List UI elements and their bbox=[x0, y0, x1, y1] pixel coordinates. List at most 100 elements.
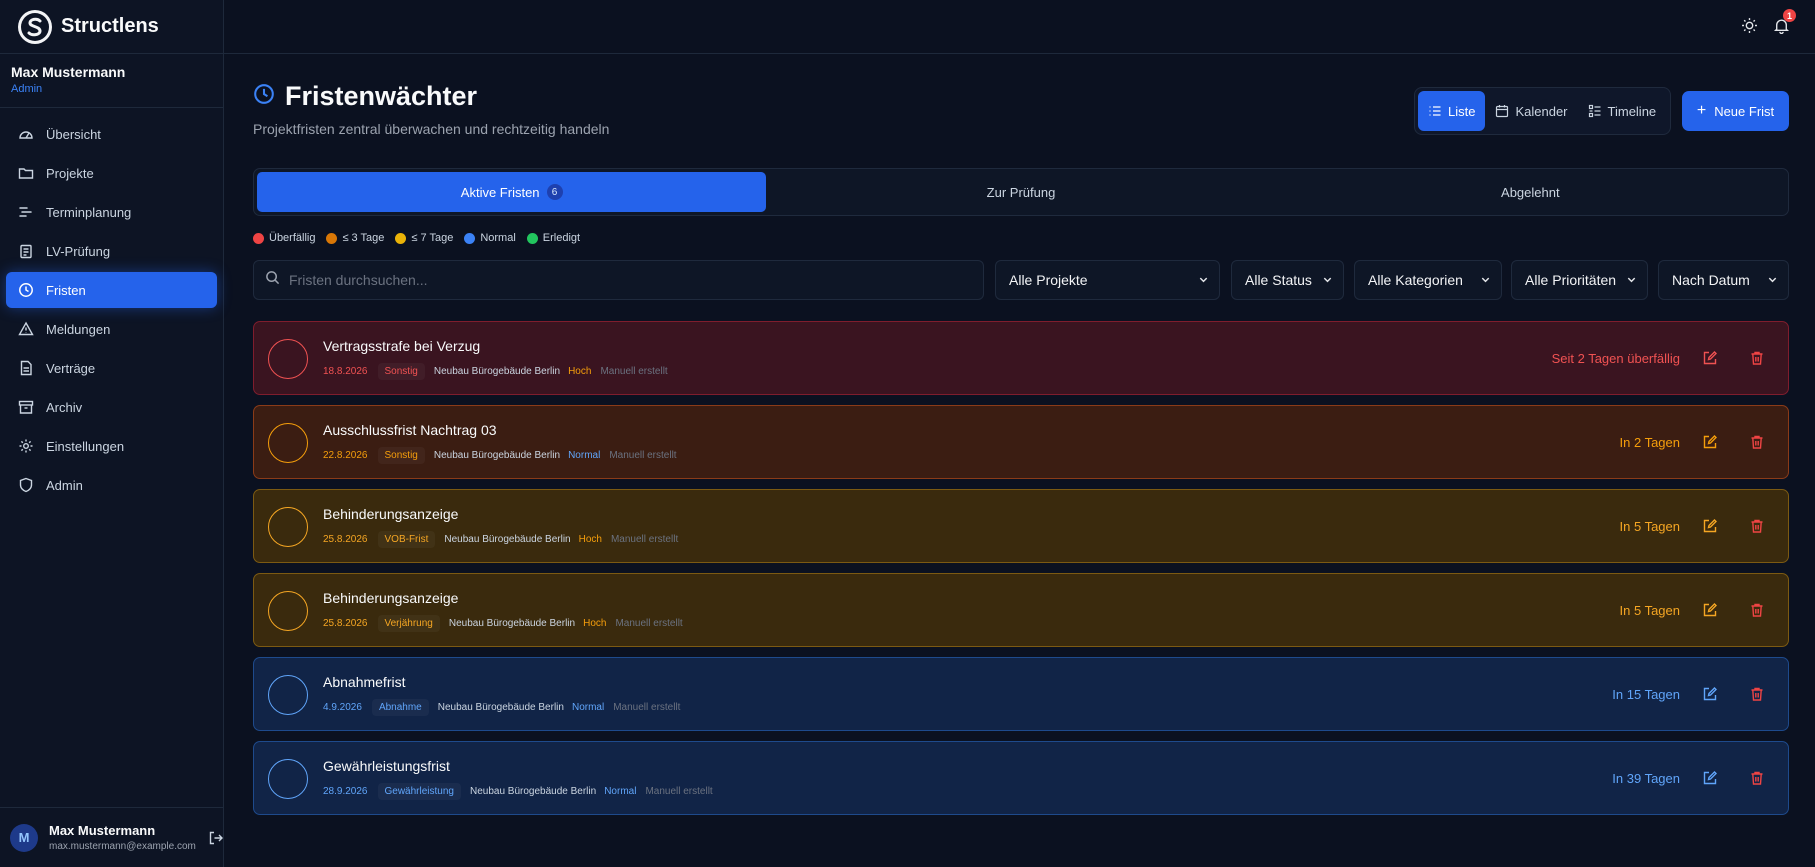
theme-toggle-sun-icon[interactable] bbox=[1739, 15, 1759, 35]
view-switcher: Liste Kalender Timeline bbox=[1414, 87, 1671, 135]
deadline-row[interactable]: Ausschlussfrist Nachtrag 03 22.8.2026 So… bbox=[253, 405, 1789, 479]
deadline-status: In 39 Tagen bbox=[1612, 771, 1680, 786]
deadline-meta: 22.8.2026 Sonstig Neubau Bürogebäude Ber… bbox=[323, 447, 677, 464]
search-input[interactable] bbox=[289, 272, 939, 288]
sidebar-item-lv-pruefung[interactable]: LV-Prüfung bbox=[6, 233, 217, 269]
new-deadline-label: Neue Frist bbox=[1714, 103, 1775, 119]
folder-icon bbox=[18, 165, 34, 181]
deadline-meta: 25.8.2026 Verjährung Neubau Bürogebäude … bbox=[323, 615, 683, 632]
new-deadline-button[interactable]: + Neue Frist bbox=[1682, 91, 1789, 131]
project-name: Neubau Bürogebäude Berlin bbox=[469, 786, 597, 797]
sidebar-item-label: Archiv bbox=[46, 399, 83, 415]
deadline-title: Vertragsstrafe bei Verzug bbox=[323, 338, 481, 354]
deadline-date: 25.8.2026 bbox=[323, 618, 368, 629]
deadline-row[interactable]: Behinderungsanzeige 25.8.2026 VOB-Frist … bbox=[253, 489, 1789, 563]
search-box bbox=[253, 260, 984, 300]
deadline-row[interactable]: Vertragsstrafe bei Verzug 18.8.2026 Sons… bbox=[253, 321, 1789, 395]
legend-item-7-days: ≤ 7 Tage bbox=[395, 232, 453, 244]
page-header: Fristenwächter bbox=[253, 81, 477, 112]
deadline-date: 25.8.2026 bbox=[323, 534, 368, 545]
project-name: Neubau Bürogebäude Berlin bbox=[437, 702, 564, 713]
delete-icon[interactable] bbox=[1749, 770, 1765, 786]
notifications-bell-icon[interactable]: 1 bbox=[1771, 9, 1796, 35]
legend-dot bbox=[326, 232, 338, 244]
sidebar-item-archiv[interactable]: Archiv bbox=[6, 389, 217, 425]
complete-toggle[interactable] bbox=[268, 759, 308, 799]
sort-select[interactable]: Nach Datum bbox=[1658, 260, 1789, 300]
deadline-row[interactable]: Gewährleistungsfrist 28.9.2026 Gewährlei… bbox=[253, 741, 1789, 815]
priority-label: Normal bbox=[604, 786, 637, 797]
deadline-title: Behinderungsanzeige bbox=[323, 590, 459, 606]
page-title: Fristenwächter bbox=[285, 81, 478, 111]
delete-icon[interactable] bbox=[1749, 602, 1765, 618]
gantt-icon bbox=[18, 204, 34, 220]
legend-label: ≤ 7 Tage bbox=[411, 232, 454, 244]
legend-item-overdue: Überfällig bbox=[253, 232, 315, 244]
view-timeline-label: Timeline bbox=[1607, 103, 1657, 119]
categories-filter-select[interactable]: Alle Kategorien bbox=[1354, 260, 1502, 300]
deadline-meta: 28.9.2026 Gewährleistung Neubau Bürogebä… bbox=[323, 783, 713, 800]
tab-count-badge: 6 bbox=[546, 184, 563, 200]
category-badge: Verjährung bbox=[377, 615, 440, 632]
deadline-date: 22.8.2026 bbox=[323, 450, 368, 461]
plus-icon: + bbox=[1696, 102, 1707, 119]
tab-abgelehnt[interactable]: Abgelehnt bbox=[1276, 172, 1785, 212]
avatar[interactable]: M bbox=[10, 823, 38, 852]
deadline-meta: 4.9.2026 Abnahme Neubau Bürogebäude Berl… bbox=[323, 699, 680, 716]
chevron-down-icon bbox=[1322, 272, 1333, 288]
complete-toggle[interactable] bbox=[268, 423, 308, 463]
sidebar-item-admin[interactable]: Admin bbox=[6, 467, 217, 503]
delete-icon[interactable] bbox=[1749, 434, 1765, 450]
user-role: Admin bbox=[11, 83, 43, 95]
deadline-title: Gewährleistungsfrist bbox=[323, 758, 450, 774]
projects-filter-select[interactable]: Alle Projekte bbox=[995, 260, 1220, 300]
notification-badge: 1 bbox=[1783, 9, 1796, 22]
deadline-title: Abnahmefrist bbox=[323, 674, 406, 690]
footer-user: Max Mustermann max.mustermann@example.co… bbox=[49, 823, 196, 852]
tab-aktive-fristen[interactable]: Aktive Fristen 6 bbox=[257, 172, 767, 212]
edit-icon[interactable] bbox=[1702, 434, 1718, 450]
complete-toggle[interactable] bbox=[268, 339, 308, 379]
view-timeline-button[interactable]: Timeline bbox=[1578, 91, 1667, 131]
source-label: Manuell erstellt bbox=[615, 618, 683, 629]
deadline-row[interactable]: Abnahmefrist 4.9.2026 Abnahme Neubau Bür… bbox=[253, 657, 1789, 731]
logout-icon[interactable] bbox=[208, 830, 224, 846]
legend-dot bbox=[395, 232, 407, 244]
view-calendar-label: Kalender bbox=[1515, 103, 1568, 119]
deadline-row[interactable]: Behinderungsanzeige 25.8.2026 Verjährung… bbox=[253, 573, 1789, 647]
edit-icon[interactable] bbox=[1702, 350, 1718, 366]
brand[interactable]: Structlens bbox=[0, 0, 223, 54]
sidebar-item-vertraege[interactable]: Verträge bbox=[6, 350, 217, 386]
edit-icon[interactable] bbox=[1702, 770, 1718, 786]
sidebar-item-meldungen[interactable]: Meldungen bbox=[6, 311, 217, 347]
sidebar-item-fristen[interactable]: Fristen bbox=[6, 272, 217, 308]
source-label: Manuell erstellt bbox=[600, 366, 668, 377]
delete-icon[interactable] bbox=[1749, 686, 1765, 702]
sidebar-item-label: Fristen bbox=[46, 282, 86, 298]
complete-toggle[interactable] bbox=[268, 507, 308, 547]
view-list-button[interactable]: Liste bbox=[1418, 91, 1486, 131]
legend-label: Normal bbox=[480, 232, 516, 244]
sidebar-item-terminplanung[interactable]: Terminplanung bbox=[6, 194, 217, 230]
page-subtitle: Projektfristen zentral überwachen und re… bbox=[253, 121, 610, 137]
calendar-icon bbox=[1495, 104, 1509, 118]
view-calendar-button[interactable]: Kalender bbox=[1485, 91, 1577, 131]
deadline-title: Ausschlussfrist Nachtrag 03 bbox=[323, 422, 497, 438]
delete-icon[interactable] bbox=[1749, 350, 1765, 366]
delete-icon[interactable] bbox=[1749, 518, 1765, 534]
complete-toggle[interactable] bbox=[268, 591, 308, 631]
complete-toggle[interactable] bbox=[268, 675, 308, 715]
edit-icon[interactable] bbox=[1702, 602, 1718, 618]
sidebar-item-einstellungen[interactable]: Einstellungen bbox=[6, 428, 217, 464]
sidebar-item-uebersicht[interactable]: Übersicht bbox=[6, 116, 217, 152]
tab-zur-pruefung[interactable]: Zur Prüfung bbox=[766, 172, 1275, 212]
priorities-filter-select[interactable]: Alle Prioritäten bbox=[1511, 260, 1648, 300]
sidebar-item-label: Admin bbox=[46, 477, 83, 493]
status-filter-select[interactable]: Alle Status bbox=[1231, 260, 1344, 300]
project-name: Neubau Bürogebäude Berlin bbox=[433, 450, 561, 461]
edit-icon[interactable] bbox=[1702, 686, 1718, 702]
sidebar-item-projekte[interactable]: Projekte bbox=[6, 155, 217, 191]
edit-icon[interactable] bbox=[1702, 518, 1718, 534]
search-icon bbox=[265, 270, 280, 290]
footer-user-email: max.mustermann@example.com bbox=[49, 841, 196, 852]
